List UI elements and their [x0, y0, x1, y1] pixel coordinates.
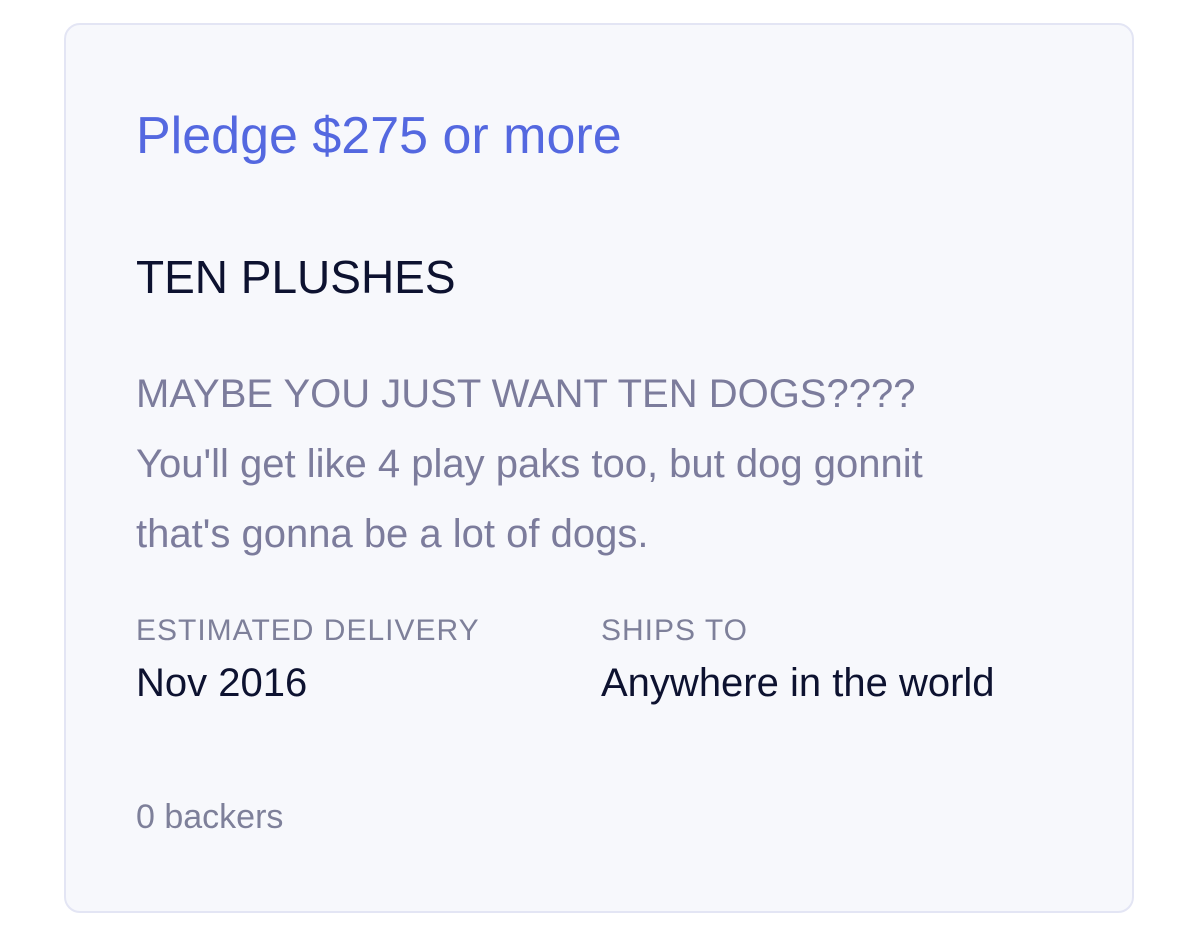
- reward-description: MAYBE YOU JUST WANT TEN DOGS???? You'll …: [136, 359, 1096, 569]
- estimated-delivery-label: ESTIMATED DELIVERY: [136, 614, 480, 647]
- description-line: that's gonna be a lot of dogs.: [136, 512, 649, 556]
- reward-card[interactable]: Pledge $275 or more TEN PLUSHES MAYBE YO…: [64, 23, 1134, 913]
- backers-count: 0 backers: [136, 798, 284, 836]
- pledge-amount: Pledge $275 or more: [136, 107, 622, 165]
- ships-to-value: Anywhere in the world: [601, 661, 995, 705]
- description-line: You'll get like 4 play paks too, but dog…: [136, 442, 923, 486]
- description-line: MAYBE YOU JUST WANT TEN DOGS????: [136, 372, 916, 416]
- reward-title: TEN PLUSHES: [136, 251, 456, 303]
- ships-to-label: SHIPS TO: [601, 614, 748, 647]
- estimated-delivery-value: Nov 2016: [136, 661, 308, 705]
